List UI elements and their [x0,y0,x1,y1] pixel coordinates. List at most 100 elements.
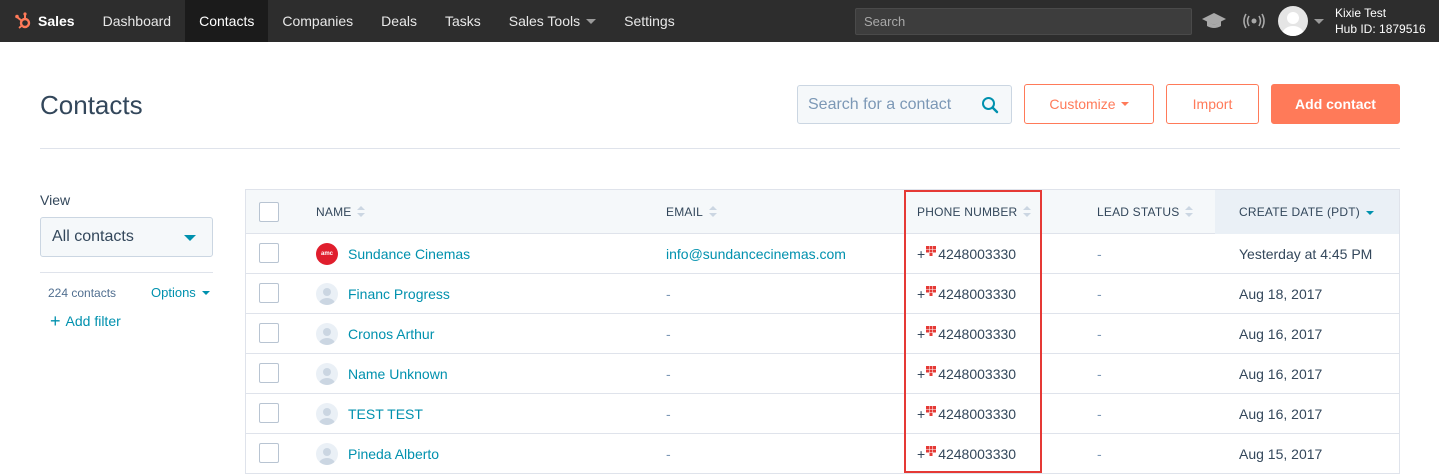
nav-sales-tools[interactable]: Sales Tools [495,0,610,42]
lead-status: - [1097,445,1102,462]
contact-search-input[interactable] [798,86,968,123]
contact-name-cell[interactable]: Cronos Arthur [316,314,434,353]
contact-phone[interactable]: +4248003330 [917,274,1016,313]
row-checkbox[interactable] [259,403,279,423]
contact-name-cell[interactable]: amc Sundance Cinemas [316,234,470,273]
nav-dashboard[interactable]: Dashboard [89,0,186,42]
academy-graduation-cap-icon[interactable] [1201,11,1227,31]
contact-email: - [666,365,671,382]
view-select[interactable]: All contacts [40,217,213,257]
contact-name-cell[interactable]: Financ Progress [316,274,450,313]
user-info[interactable]: Kixie Test Hub ID: 1879516 [1335,5,1426,37]
column-header-name[interactable]: NAME [316,190,366,234]
table-row[interactable]: Financ Progress - +4248003330 - Aug 18, 2017 [245,274,1400,314]
table-row[interactable]: amc Sundance Cinemas info@sundancecinemas.… [245,234,1400,274]
search-icon[interactable] [981,96,999,114]
column-create-date-label: CREATE DATE (PDT) [1239,205,1360,219]
create-date: Aug 16, 2017 [1239,405,1323,422]
customize-button[interactable]: Customize [1024,84,1154,124]
table-row[interactable]: Name Unknown - +4248003330 - Aug 16, 2017 [245,354,1400,394]
import-button[interactable]: Import [1166,84,1259,124]
column-header-create-date[interactable]: CREATE DATE (PDT) [1215,190,1399,234]
add-contact-button[interactable]: Add contact [1271,84,1400,124]
options-dropdown[interactable]: Options [151,285,210,300]
contact-email: - [666,325,671,342]
header-divider [40,148,1400,149]
view-selected-value: All contacts [52,228,134,245]
add-filter-link[interactable]: + Add filter [50,312,121,330]
kixie-click-to-call-icon[interactable] [926,325,937,336]
contact-email: - [666,405,671,422]
row-checkbox[interactable] [259,243,279,263]
contact-name-cell[interactable]: TEST TEST [316,394,423,433]
contact-avatar-icon [316,282,338,305]
table-row[interactable]: Cronos Arthur - +4248003330 - Aug 16, 2017 [245,314,1400,354]
contact-name-link[interactable]: Cronos Arthur [348,326,434,342]
row-checkbox[interactable] [259,283,279,303]
phone-number: 4248003330 [938,325,1017,342]
phone-prefix: + [917,325,926,342]
contact-phone[interactable]: +4248003330 [917,434,1016,473]
nav-companies[interactable]: Companies [268,0,367,42]
kixie-click-to-call-icon[interactable] [926,445,937,456]
lead-status: - [1097,285,1102,302]
chevron-down-icon [184,235,196,241]
user-avatar[interactable] [1278,6,1308,36]
contact-name-link[interactable]: Name Unknown [348,366,448,382]
create-date: Aug 15, 2017 [1239,445,1323,462]
select-all-checkbox[interactable] [259,202,279,222]
kixie-click-to-call-icon[interactable] [926,245,937,256]
phone-number: 4248003330 [938,245,1017,262]
contact-phone[interactable]: +4248003330 [917,314,1016,353]
column-email-label: EMAIL [666,205,704,219]
nav-tasks-label: Tasks [444,13,481,29]
column-name-label: NAME [316,205,352,219]
contact-phone[interactable]: +4248003330 [917,354,1016,393]
nav-sales-tools-label: Sales Tools [508,13,581,29]
contact-name-cell[interactable]: Pineda Alberto [316,434,439,473]
user-menu-chevron-icon[interactable] [1314,19,1324,24]
brand-label: Sales [38,13,75,29]
kixie-click-to-call-icon[interactable] [926,285,937,296]
contact-name-link[interactable]: Financ Progress [348,286,450,302]
view-label: View [40,192,71,208]
create-date: Aug 16, 2017 [1239,365,1323,382]
nav-tasks[interactable]: Tasks [431,0,495,42]
contact-email[interactable]: info@sundancecinemas.com [666,234,846,273]
row-checkbox[interactable] [259,323,279,343]
chevron-down-icon [201,290,210,295]
nav-settings[interactable]: Settings [610,0,689,42]
sort-icon [357,206,366,218]
chevron-down-icon [1120,102,1129,106]
nav-companies-label: Companies [282,13,354,29]
phone-prefix: + [917,405,926,422]
nav-contacts[interactable]: Contacts [185,0,269,42]
options-label: Options [151,285,196,300]
contact-email: - [666,445,671,462]
table-row[interactable]: Pineda Alberto - +4248003330 - Aug 15, 2017 [245,434,1400,474]
nav-contacts-label: Contacts [199,13,255,29]
table-row[interactable]: TEST TEST - +4248003330 - Aug 16, 2017 [245,394,1400,434]
contact-name-link[interactable]: Pineda Alberto [348,446,439,462]
row-checkbox[interactable] [259,363,279,383]
contact-name-cell[interactable]: Name Unknown [316,354,448,393]
column-header-lead-status[interactable]: LEAD STATUS [1097,190,1194,234]
brand-home-link[interactable]: Sales [0,0,89,42]
kixie-click-to-call-icon[interactable] [926,365,937,376]
row-checkbox[interactable] [259,443,279,463]
contact-avatar-icon [316,442,338,465]
contact-phone[interactable]: +4248003330 [917,394,1016,433]
column-header-email[interactable]: EMAIL [666,190,718,234]
chevron-down-icon [586,18,597,24]
table-header: NAME EMAIL PHONE NUMBER LEAD STATUS CREA… [245,189,1400,234]
global-search-input[interactable] [855,8,1192,35]
contact-name-link[interactable]: Sundance Cinemas [348,246,470,262]
hub-id: Hub ID: 1879516 [1335,22,1426,36]
kixie-click-to-call-icon[interactable] [926,405,937,416]
contact-phone[interactable]: +4248003330 [917,234,1016,273]
hubspot-sprocket-icon [15,12,31,29]
nav-deals[interactable]: Deals [367,0,431,42]
column-header-phone[interactable]: PHONE NUMBER [917,190,1032,234]
notifications-broadcast-icon[interactable] [1242,12,1266,30]
contact-name-link[interactable]: TEST TEST [348,406,423,422]
